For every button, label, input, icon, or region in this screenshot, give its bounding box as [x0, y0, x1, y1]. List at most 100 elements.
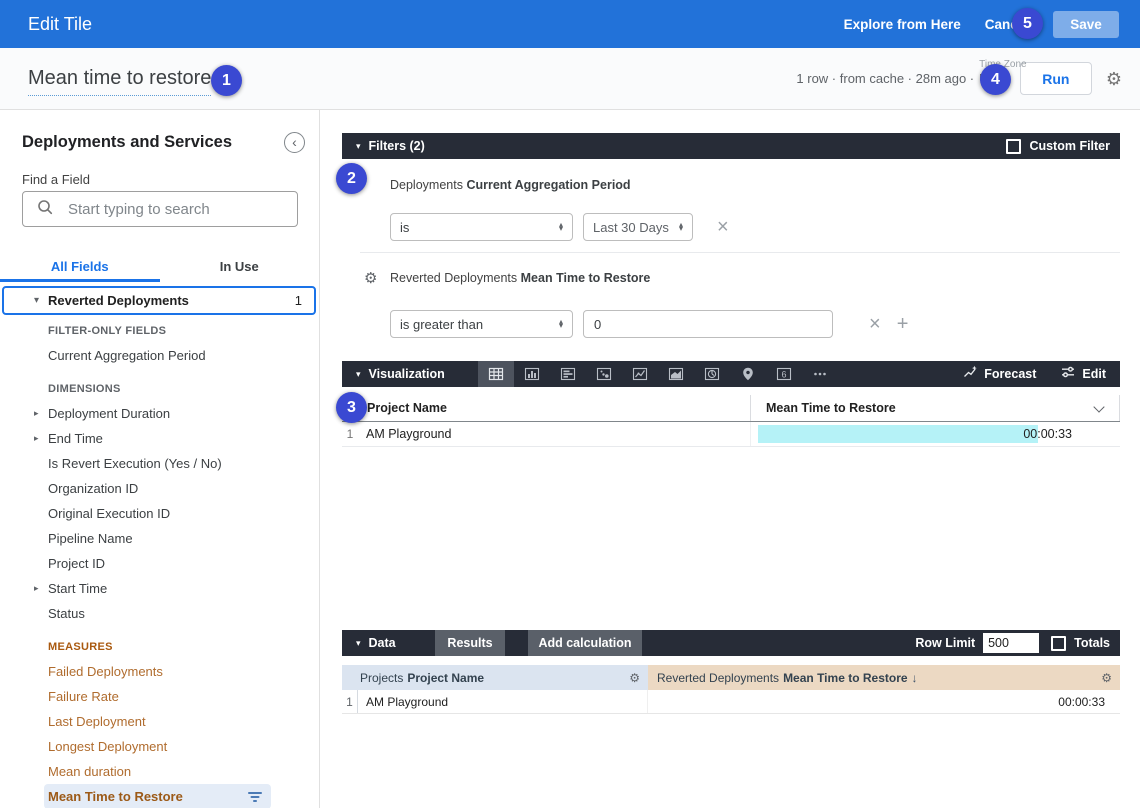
visualization-table: Project Name Mean Time to Restore 1 AM P…	[342, 395, 1120, 447]
column-menu-chevron-icon[interactable]	[1093, 401, 1104, 412]
edit-tile-window: Edit Tile Explore from Here Cancel Save …	[0, 0, 1140, 808]
row-limit-input[interactable]	[983, 633, 1039, 653]
section-collapse-caret-icon[interactable]: ▾	[356, 141, 361, 152]
find-field-label: Find a Field	[22, 172, 90, 187]
explore-name: Deployments and Services	[22, 133, 232, 152]
custom-filter-label: Custom Filter	[1029, 139, 1110, 153]
section-collapse-caret-icon[interactable]: ▾	[356, 638, 361, 649]
collapse-sidebar-button[interactable]: ‹	[284, 132, 305, 153]
scatter-plot-icon[interactable]	[586, 361, 622, 387]
results-tab[interactable]: Results	[435, 630, 505, 656]
column-gear-icon[interactable]: ⚙	[1101, 671, 1112, 685]
section-collapse-caret-icon[interactable]: ▾	[356, 369, 361, 380]
explore-from-here-button[interactable]: Explore from Here	[844, 17, 961, 32]
line-chart-icon[interactable]	[622, 361, 658, 387]
filter-gear-icon[interactable]: ⚙	[364, 269, 377, 287]
data-table-header: Projects Project Name ⚙ Reverted Deploym…	[342, 665, 1120, 690]
field-picker-sidebar: Deployments and Services ‹ Find a Field …	[0, 110, 320, 808]
field-item-last-deployment[interactable]: Last Deployment	[0, 709, 319, 734]
area-chart-icon[interactable]	[658, 361, 694, 387]
annotation-badge-3: 3	[336, 392, 367, 423]
column-chart-icon[interactable]	[514, 361, 550, 387]
field-item-label: Failure Rate	[48, 689, 119, 704]
forecast-button[interactable]: Forecast	[962, 364, 1036, 385]
viz-col-project-name[interactable]: Project Name	[358, 395, 750, 421]
svg-text:6: 6	[781, 369, 786, 379]
filter-value-input[interactable]	[583, 310, 833, 338]
field-section-header-dimensions: DIMENSIONS	[0, 376, 319, 401]
field-search-input[interactable]	[66, 200, 280, 219]
field-search-box[interactable]	[22, 191, 298, 227]
viz-col-label: Mean Time to Restore	[766, 401, 896, 415]
bar-chart-icon[interactable]	[550, 361, 586, 387]
viz-col-mean-time[interactable]: Mean Time to Restore	[750, 395, 1120, 421]
field-item-failed-deployments[interactable]: Failed Deployments	[0, 659, 319, 684]
data-table-row[interactable]: 1 AM Playground 00:00:33	[342, 690, 1120, 714]
expand-caret-icon[interactable]: ▸	[34, 408, 39, 419]
query-settings-gear-icon[interactable]: ⚙	[1106, 70, 1122, 88]
field-item-deployment-duration[interactable]: ▸Deployment Duration	[0, 401, 319, 426]
field-item-current-aggregation-period[interactable]: Current Aggregation Period	[0, 343, 319, 368]
filter-row-2-controls: is greater than ▴▾ × +	[390, 310, 908, 338]
filter-operator-value: is greater than	[400, 317, 483, 332]
pie-chart-icon[interactable]	[694, 361, 730, 387]
field-item-label: Status	[48, 606, 85, 621]
data-col-mean-time[interactable]: Reverted Deployments Mean Time to Restor…	[648, 665, 1120, 690]
filter-value: Last 30 Days	[593, 220, 669, 235]
filter-operator-select[interactable]: is greater than ▴▾	[390, 310, 573, 338]
run-button[interactable]: Run	[1020, 62, 1092, 95]
field-item-end-time[interactable]: ▸End Time	[0, 426, 319, 451]
filter-field-label-2: Reverted Deployments Mean Time to Restor…	[390, 271, 650, 285]
field-item-mean-time-to-restore[interactable]: Mean Time to Restore	[0, 784, 319, 808]
remove-filter-icon[interactable]: ×	[869, 314, 881, 334]
chevron-down-icon[interactable]: ▾	[34, 295, 39, 306]
edit-viz-button[interactable]: Edit	[1060, 364, 1106, 385]
tile-title-editable[interactable]: Mean time to restore	[28, 67, 211, 96]
filter-value-select[interactable]: Last 30 Days ▴▾	[583, 213, 693, 241]
remove-filter-icon[interactable]: ×	[717, 217, 729, 237]
field-item-longest-deployment[interactable]: Longest Deployment	[0, 734, 319, 759]
save-button[interactable]: Save	[1053, 11, 1119, 38]
filter-list-icon[interactable]	[248, 791, 262, 806]
field-item-organization-id[interactable]: Organization ID	[0, 476, 319, 501]
add-calculation-button[interactable]: Add calculation	[528, 630, 642, 656]
tab-in-use[interactable]: In Use	[160, 250, 320, 282]
field-item-failure-rate[interactable]: Failure Rate	[0, 684, 319, 709]
visualization-section-bar[interactable]: ▾ Visualization 6 Forecast Edit	[342, 361, 1120, 387]
expand-caret-icon[interactable]: ▸	[34, 433, 39, 444]
data-bar-right: Row Limit Totals	[915, 633, 1110, 653]
tab-all-fields[interactable]: All Fields	[0, 250, 160, 282]
field-item-status[interactable]: Status	[0, 601, 319, 626]
custom-filter-checkbox[interactable]	[1006, 139, 1021, 154]
data-section-bar[interactable]: ▾ Data Results Add calculation Row Limit…	[342, 630, 1120, 656]
column-gear-icon[interactable]: ⚙	[629, 671, 640, 685]
table-vis-icon[interactable]	[478, 361, 514, 387]
annotation-badge-4: 4	[980, 64, 1011, 95]
field-item-pipeline-name[interactable]: Pipeline Name	[0, 526, 319, 551]
map-pin-icon[interactable]	[730, 361, 766, 387]
chevron-left-icon: ‹	[292, 134, 297, 150]
field-item-project-id[interactable]: Project ID	[0, 551, 319, 576]
field-tabs: All Fields In Use	[0, 250, 319, 282]
viz-table-row[interactable]: 1 AM Playground 00:00:33	[342, 422, 1120, 447]
expand-caret-icon[interactable]: ▸	[34, 583, 39, 594]
field-item-label: Original Execution ID	[48, 506, 170, 521]
totals-checkbox[interactable]	[1051, 636, 1066, 651]
more-vis-icon[interactable]	[802, 361, 838, 387]
view-group-reverted-deployments[interactable]: ▾ Reverted Deployments 1	[2, 286, 316, 315]
viz-type-switcher: 6	[478, 361, 838, 387]
field-section-header-filter-only-fields: FILTER-ONLY FIELDS	[0, 318, 319, 343]
field-item-original-execution-id[interactable]: Original Execution ID	[0, 501, 319, 526]
filter-operator-select[interactable]: is ▴▾	[390, 213, 573, 241]
field-item-is-revert-execution-yes-no[interactable]: Is Revert Execution (Yes / No)	[0, 451, 319, 476]
single-value-icon[interactable]: 6	[766, 361, 802, 387]
data-col-project-name[interactable]: Projects Project Name ⚙	[342, 665, 648, 690]
add-filter-icon[interactable]: +	[897, 314, 909, 334]
filters-section-bar[interactable]: ▾ Filters (2) Custom Filter	[342, 133, 1120, 159]
data-results-table: Projects Project Name ⚙ Reverted Deploym…	[342, 665, 1120, 714]
sort-desc-arrow-icon[interactable]: ↓	[912, 671, 918, 685]
field-item-start-time[interactable]: ▸Start Time	[0, 576, 319, 601]
filter-view-prefix: Deployments	[390, 178, 463, 192]
value-text: 00:00:33	[1023, 427, 1072, 441]
field-item-mean-duration[interactable]: Mean duration	[0, 759, 319, 784]
